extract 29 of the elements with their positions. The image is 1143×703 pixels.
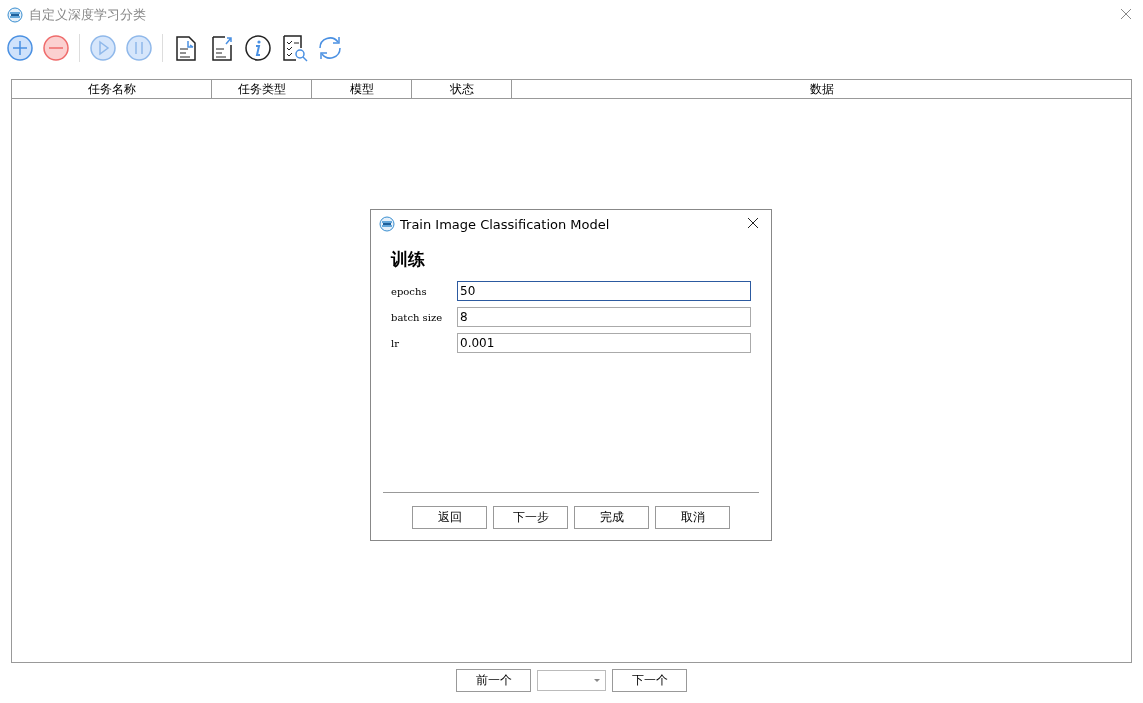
input-field[interactable]: 0.001 (457, 333, 751, 353)
dialog-title: Train Image Classification Model (400, 216, 610, 232)
column-header[interactable]: 状态 (412, 80, 512, 98)
info-icon[interactable] (243, 33, 273, 63)
section-heading: 训练 (391, 248, 426, 271)
column-header[interactable]: 模型 (312, 80, 412, 98)
play-icon[interactable] (88, 33, 118, 63)
column-header[interactable]: 任务类型 (212, 80, 312, 98)
pause-icon[interactable] (124, 33, 154, 63)
field-label: epochs (391, 285, 428, 297)
window-title: 自定义深度学习分类 (29, 6, 146, 24)
dialog-logo-icon (379, 216, 395, 232)
dialog-button[interactable]: 返回 (412, 506, 487, 529)
dialog-button[interactable]: 下一步 (493, 506, 568, 529)
field-label: batch size (391, 311, 444, 323)
previous-button[interactable]: 前一个 (456, 669, 531, 692)
field-label: lr (391, 337, 400, 349)
add-icon[interactable] (5, 33, 35, 63)
app-logo-icon (7, 7, 23, 23)
column-header[interactable]: 数据 (512, 80, 1131, 98)
input-field[interactable]: 50 (457, 281, 751, 301)
dialog-button[interactable]: 完成 (574, 506, 649, 529)
remove-icon[interactable] (41, 33, 71, 63)
dropdown-caret-icon (594, 678, 600, 683)
column-header[interactable]: 任务名称 (12, 80, 212, 98)
dialog-button[interactable]: 取消 (655, 506, 730, 529)
next-button[interactable]: 下一个 (612, 669, 687, 692)
input-field[interactable]: 8 (457, 307, 751, 327)
page-dropdown[interactable] (537, 670, 606, 691)
